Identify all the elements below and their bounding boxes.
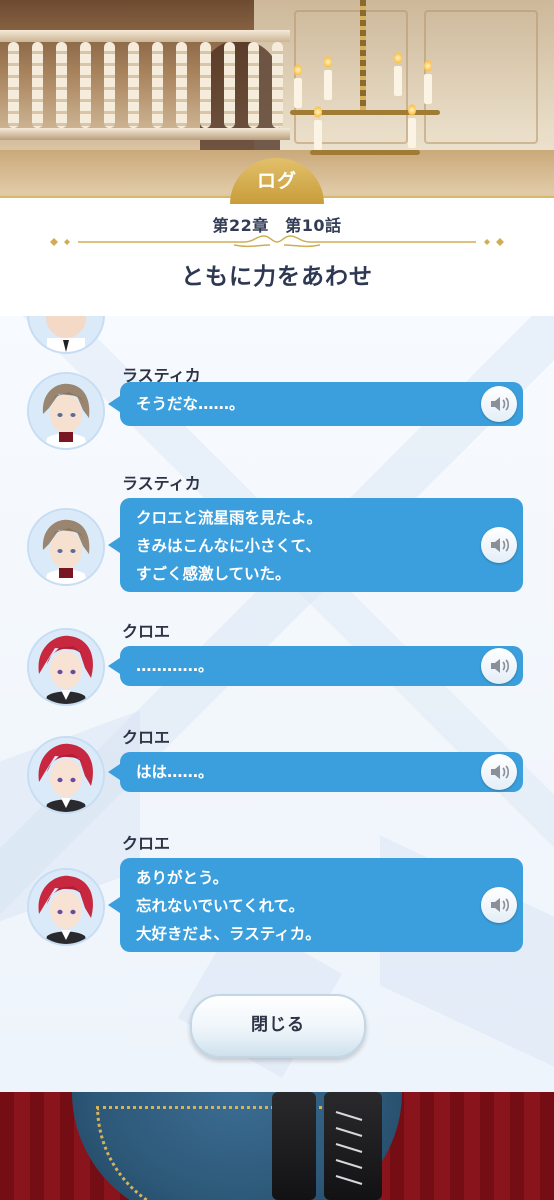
balcony-railing <box>0 30 290 140</box>
speaker-icon <box>491 659 510 673</box>
ornament-divider <box>50 235 504 248</box>
speaker-name: クロエ <box>122 834 171 853</box>
message-log[interactable]: ラスティカ そうだな……。 ラスティカ クロエと流星雨を見たよ。 きみはこんなに… <box>0 316 554 1092</box>
rustica-portrait-icon <box>29 374 103 448</box>
speaker-name: クロエ <box>122 728 171 747</box>
avatar <box>27 868 105 946</box>
avatar <box>27 628 105 706</box>
message-bubble: …………。 <box>108 646 523 686</box>
rustica-portrait-icon <box>29 510 103 584</box>
voice-play-button[interactable] <box>481 527 517 563</box>
message-bubble: そうだな……。 <box>108 382 523 426</box>
close-button[interactable]: 閉じる <box>190 994 366 1058</box>
boot-laces <box>335 1111 363 1185</box>
chandelier <box>290 0 440 200</box>
chloe-portrait-icon <box>29 630 103 704</box>
voice-play-button[interactable] <box>481 648 517 684</box>
speaker-icon <box>491 765 510 779</box>
speaker-icon <box>491 898 510 912</box>
avatar <box>27 372 105 450</box>
background-scene-bottom <box>0 1092 554 1200</box>
episode-title: ともに力をあわせ <box>181 264 373 290</box>
speaker-icon <box>491 397 510 411</box>
voice-play-button[interactable] <box>481 887 517 923</box>
message-bubble: クロエと流星雨を見たよ。 きみはこんなに小さくて、 すごく感激していた。 <box>108 498 523 592</box>
speaker-icon <box>491 538 510 552</box>
character-boot <box>272 1092 316 1200</box>
speaker-name: クロエ <box>122 622 171 641</box>
message-bubble: はは……。 <box>108 752 523 792</box>
voice-play-button[interactable] <box>481 754 517 790</box>
avatar <box>27 508 105 586</box>
rustica-portrait-icon <box>46 316 86 352</box>
voice-play-button[interactable] <box>481 386 517 422</box>
message-bubble: ありがとう。 忘れないでいてくれて。 大好きだよ、ラスティカ。 <box>108 858 523 952</box>
avatar <box>27 316 105 354</box>
avatar <box>27 736 105 814</box>
chapter-label: 第22章 第10話 <box>212 216 342 235</box>
chloe-portrait-icon <box>29 870 103 944</box>
speaker-name: ラスティカ <box>122 474 201 493</box>
chloe-portrait-icon <box>29 738 103 812</box>
